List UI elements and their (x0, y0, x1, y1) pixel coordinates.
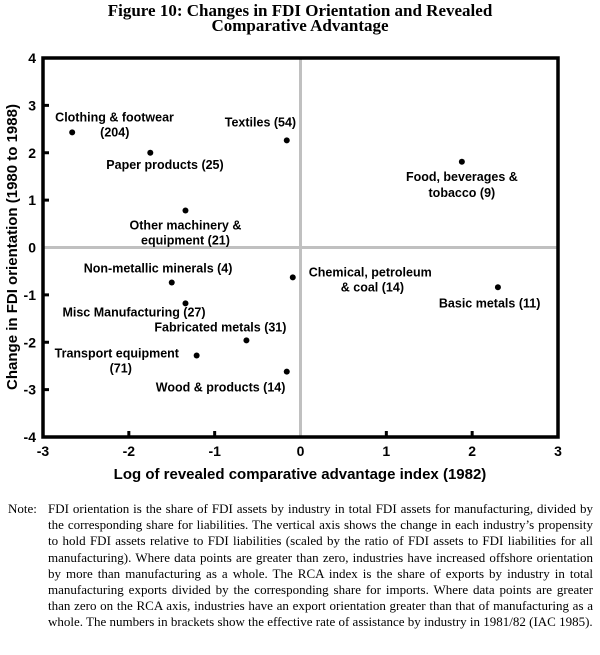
data-point (289, 274, 296, 281)
data-point-label: Non-metallic minerals (4) (84, 262, 233, 276)
data-point (168, 279, 175, 286)
y-tick-label: 1 (28, 192, 36, 208)
data-point-label: (204) (100, 125, 129, 139)
data-point (193, 352, 200, 359)
y-tick-label: -2 (24, 334, 37, 350)
data-point-label: Clothing & footwear (55, 110, 174, 124)
x-tick-label: 1 (382, 443, 390, 459)
scatter-chart: -3 -2 -1 0 1 2 343210-1-2-3-4 Clothing & footw… (4, 50, 562, 483)
x-axis-title: Log of revealed comparative advantage in… (114, 466, 487, 483)
data-point (458, 158, 465, 165)
data-point-label: Wood & products (14) (156, 381, 286, 395)
data-point-label: Basic metals (11) (439, 296, 540, 310)
data-point-label: equipment (21) (141, 234, 230, 248)
y-tick-label: -4 (24, 429, 37, 445)
x-tick-label: 3 (554, 443, 562, 459)
data-point-label: & coal (14) (341, 280, 404, 294)
data-point-label: Other machinery & (130, 219, 242, 233)
y-tick-label: 0 (28, 240, 36, 256)
data-point-label: (71) (110, 362, 132, 376)
note-label: Note: (8, 501, 37, 516)
data-point (283, 137, 290, 144)
x-tick-label: -2 (123, 443, 136, 459)
data-point-label: Food, beverages & (406, 170, 518, 184)
note-text: FDI orientation is the share of FDI asse… (48, 501, 593, 630)
y-tick-label: 4 (28, 50, 36, 66)
y-tick-label: 3 (28, 97, 36, 113)
data-point-label: Misc Manufacturing (27) (62, 305, 205, 319)
x-tick-label: 2 (468, 443, 476, 459)
y-axis-title: Change in FDI orientation (1980 to 1988) (4, 104, 21, 390)
data-point (147, 149, 154, 156)
data-point-label: Fabricated metals (31) (154, 320, 286, 334)
data-point-label: Transport equipment (55, 347, 180, 361)
data-point (69, 129, 76, 136)
data-point (243, 337, 250, 344)
data-point (283, 368, 290, 375)
x-tick-label: 0 (297, 443, 305, 459)
data-point-label: Chemical, petroleum (309, 265, 432, 279)
y-tick-label: -1 (24, 287, 37, 303)
y-tick-label: -3 (24, 382, 37, 398)
data-point-label: Paper products (25) (106, 158, 223, 172)
data-point (182, 207, 189, 214)
data-point-label: tobacco (9) (429, 186, 496, 200)
data-point (494, 284, 501, 291)
data-point-label: Textiles (54) (225, 115, 296, 129)
y-tick-label: 2 (28, 145, 36, 161)
x-tick-label: -3 (37, 443, 50, 459)
x-tick-label: -1 (208, 443, 221, 459)
